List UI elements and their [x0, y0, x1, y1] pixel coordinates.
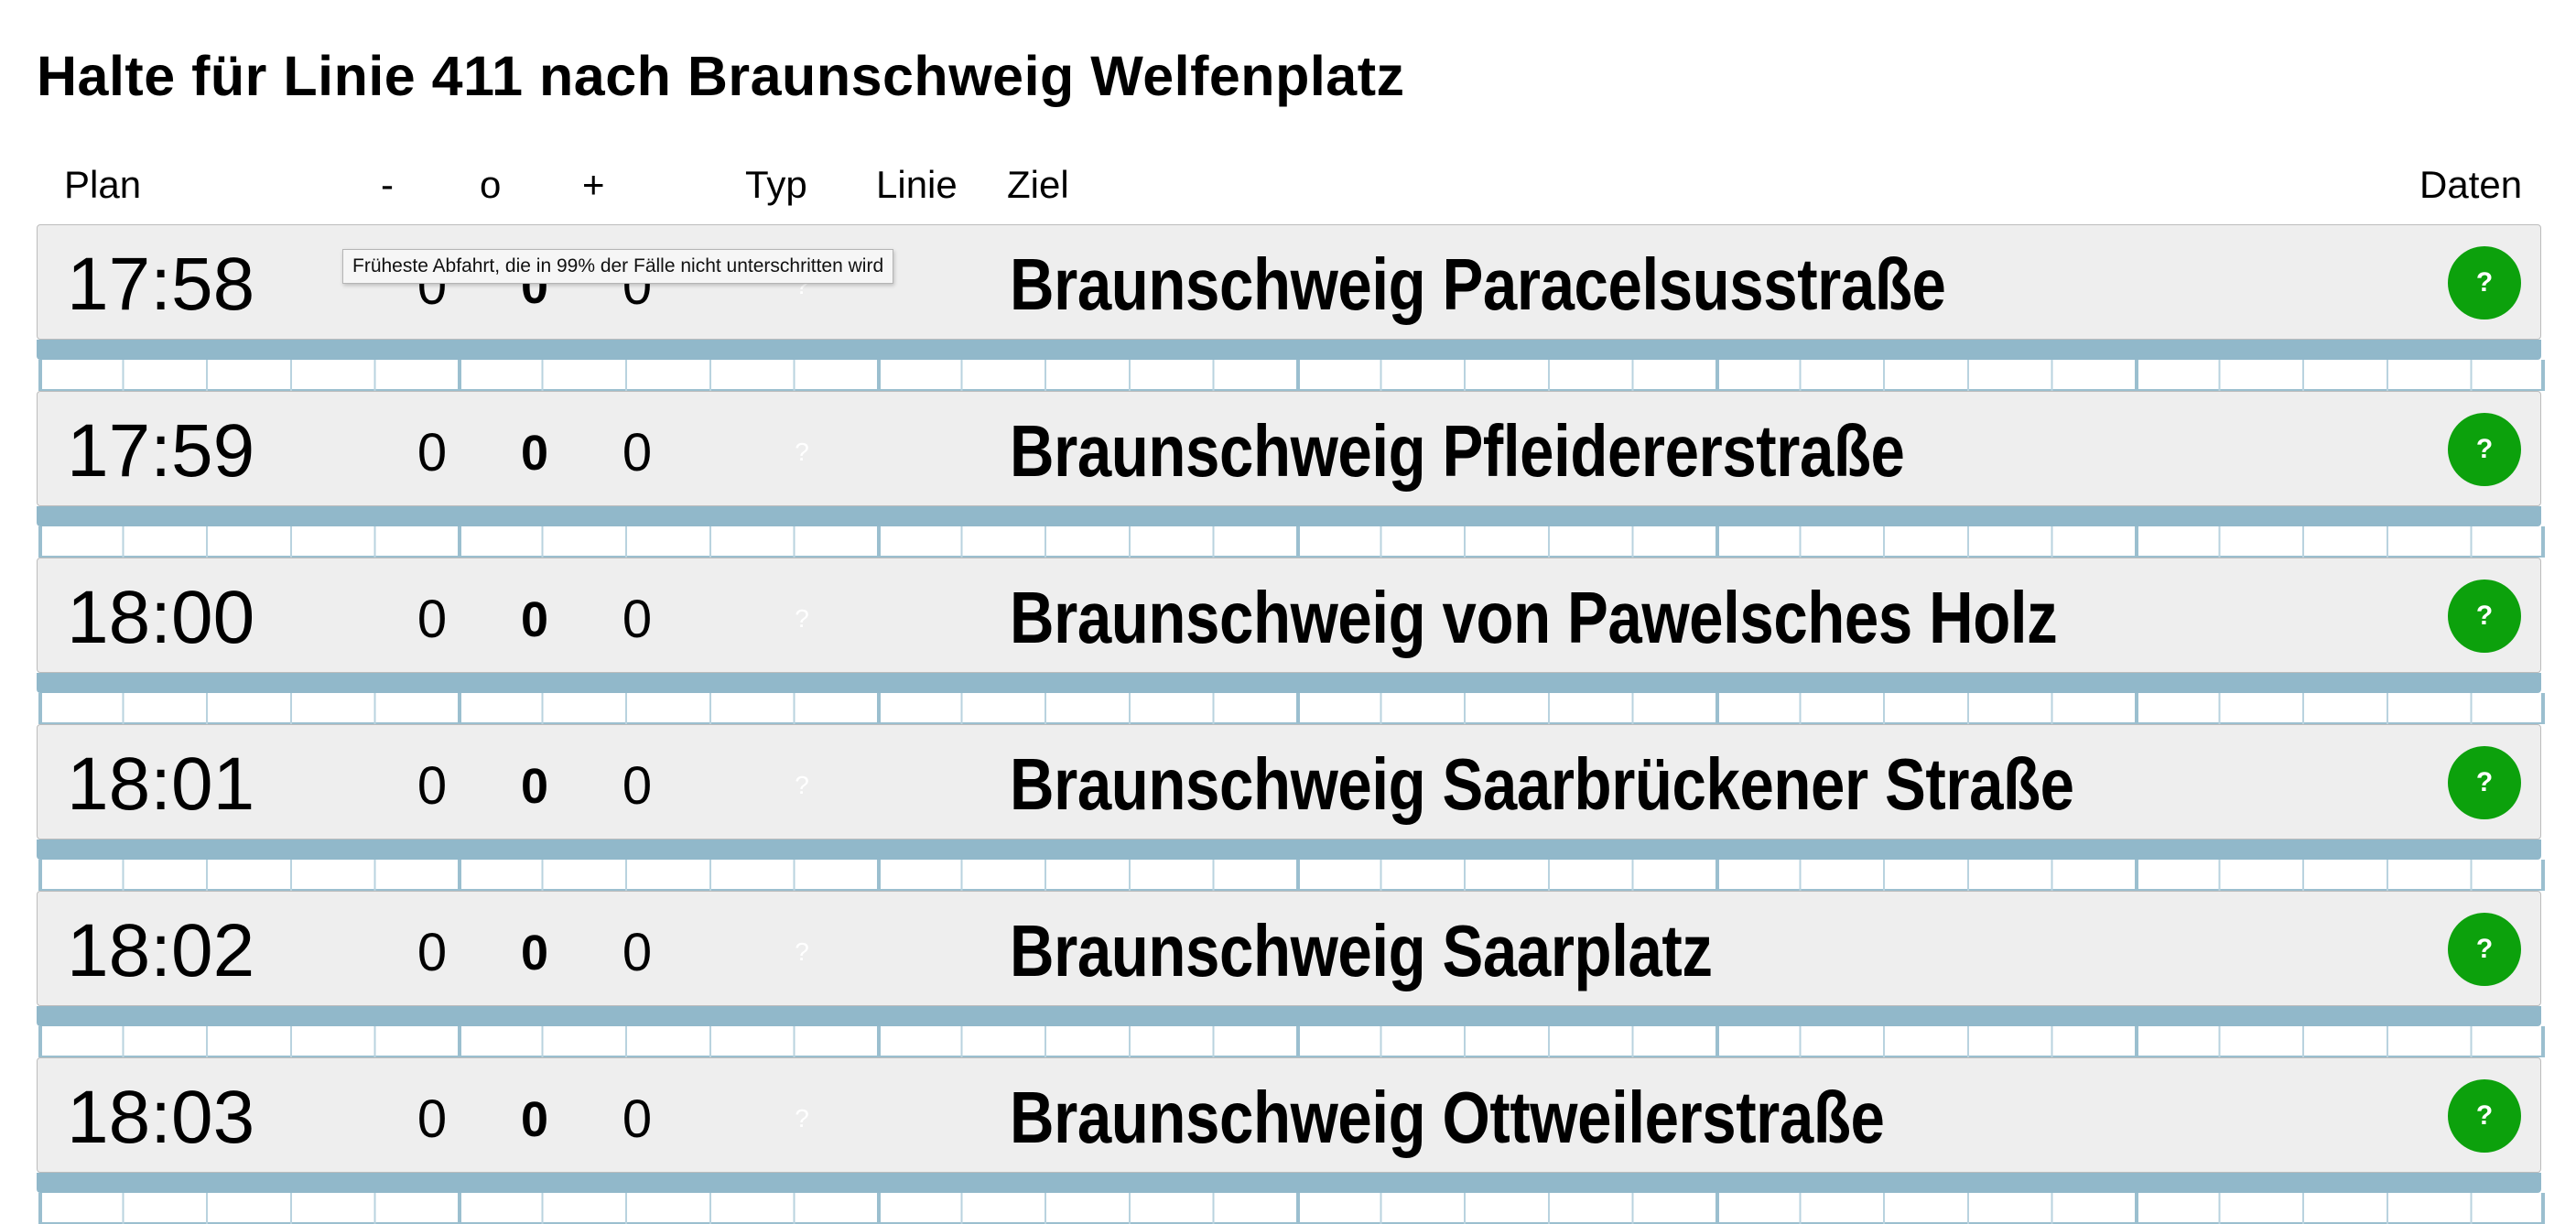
column-header-minus: -	[381, 163, 394, 206]
plan-time: 18:02	[67, 909, 255, 992]
deviation-median[interactable]: 0	[503, 756, 567, 817]
stop-row-panel[interactable]: 18:01 0 0 0 ? Braunschweig Saarbrückener…	[37, 724, 2541, 839]
timeline-bar	[37, 340, 2541, 360]
column-header-linie: Linie	[876, 163, 958, 206]
timeline-bar	[37, 506, 2541, 526]
timeline-ticks	[38, 360, 2545, 391]
stop-row[interactable]: 18:01 0 0 0 ? Braunschweig Saarbrückener…	[37, 724, 2545, 891]
timeline-ticks	[38, 1026, 2545, 1057]
timeline-ticks	[38, 1193, 2545, 1224]
stop-name: Braunschweig Paracelsusstraße	[1010, 244, 1946, 325]
deviation-median[interactable]: 0	[503, 923, 567, 983]
tooltip: Früheste Abfahrt, die in 99% der Fälle n…	[342, 249, 894, 284]
plan-time: 17:58	[67, 243, 255, 326]
stop-name: Braunschweig Saarbrückener Straße	[1010, 743, 2074, 825]
stop-row-panel[interactable]: 18:00 0 0 0 ? Braunschweig von Pawelsche…	[37, 558, 2541, 673]
plan-time: 17:59	[67, 409, 255, 493]
stop-list: 17:58 0 0 0 ? Braunschweig Paracelsusstr…	[37, 224, 2545, 1224]
deviation-min[interactable]: 0	[400, 1089, 464, 1150]
vehicle-type: ?	[795, 771, 809, 799]
daten-button[interactable]: ?	[2448, 580, 2521, 653]
daten-button[interactable]: ?	[2448, 746, 2521, 819]
column-header-o: o	[480, 163, 502, 206]
vehicle-type: ?	[795, 937, 809, 966]
stop-row-panel[interactable]: 18:03 0 0 0 ? Braunschweig Ottweilerstra…	[37, 1057, 2541, 1173]
timeline-bar	[37, 673, 2541, 693]
deviation-max[interactable]: 0	[605, 590, 669, 650]
deviation-min[interactable]: 0	[400, 923, 464, 983]
deviation-median[interactable]: 0	[503, 1089, 567, 1150]
timeline-bar	[37, 1173, 2541, 1193]
plan-time: 18:00	[67, 576, 255, 659]
stop-name: Braunschweig von Pawelsches Holz	[1010, 577, 2058, 658]
timeline-ticks	[38, 526, 2545, 558]
timeline-ticks	[38, 693, 2545, 724]
stop-name: Braunschweig Saarplatz	[1010, 910, 1713, 991]
stop-name: Braunschweig Ottweilerstraße	[1010, 1077, 1885, 1158]
page-title: Halte für Linie 411 nach Braunschweig We…	[37, 45, 1405, 107]
timeline-ticks	[38, 860, 2545, 891]
daten-button[interactable]: ?	[2448, 246, 2521, 320]
vehicle-type: ?	[795, 438, 809, 466]
deviation-median[interactable]: 0	[503, 423, 567, 483]
column-header-daten: Daten	[2419, 163, 2523, 206]
stop-row[interactable]: 18:00 0 0 0 ? Braunschweig von Pawelsche…	[37, 558, 2545, 724]
deviation-min[interactable]: 0	[400, 756, 464, 817]
stop-row[interactable]: 18:02 0 0 0 ? Braunschweig Saarplatz ?	[37, 891, 2545, 1057]
timeline-bar	[37, 839, 2541, 860]
deviation-max[interactable]: 0	[605, 756, 669, 817]
stop-row[interactable]: 18:03 0 0 0 ? Braunschweig Ottweilerstra…	[37, 1057, 2545, 1224]
stop-row[interactable]: 17:59 0 0 0 ? Braunschweig Pfleidererstr…	[37, 391, 2545, 558]
vehicle-type: ?	[795, 604, 809, 633]
stop-row-panel[interactable]: 18:02 0 0 0 ? Braunschweig Saarplatz ?	[37, 891, 2541, 1006]
daten-button[interactable]: ?	[2448, 913, 2521, 986]
daten-button[interactable]: ?	[2448, 1079, 2521, 1153]
column-header-typ: Typ	[745, 163, 807, 206]
deviation-min[interactable]: 0	[400, 590, 464, 650]
plan-time: 18:01	[67, 742, 255, 826]
deviation-max[interactable]: 0	[605, 1089, 669, 1150]
deviation-min[interactable]: 0	[400, 423, 464, 483]
daten-button[interactable]: ?	[2448, 413, 2521, 486]
deviation-median[interactable]: 0	[503, 590, 567, 650]
timeline-bar	[37, 1006, 2541, 1026]
stop-row-panel[interactable]: 17:59 0 0 0 ? Braunschweig Pfleidererstr…	[37, 391, 2541, 506]
stop-name: Braunschweig Pfleidererstraße	[1010, 410, 1905, 492]
column-header-ziel: Ziel	[1007, 163, 1069, 206]
plan-time: 18:03	[67, 1076, 255, 1159]
deviation-max[interactable]: 0	[605, 923, 669, 983]
vehicle-type: ?	[795, 1104, 809, 1132]
column-header-plan: Plan	[64, 163, 142, 206]
table-header: Plan - o + Typ Linie Ziel Daten	[0, 157, 2576, 212]
column-header-plus: +	[582, 163, 605, 206]
deviation-max[interactable]: 0	[605, 423, 669, 483]
